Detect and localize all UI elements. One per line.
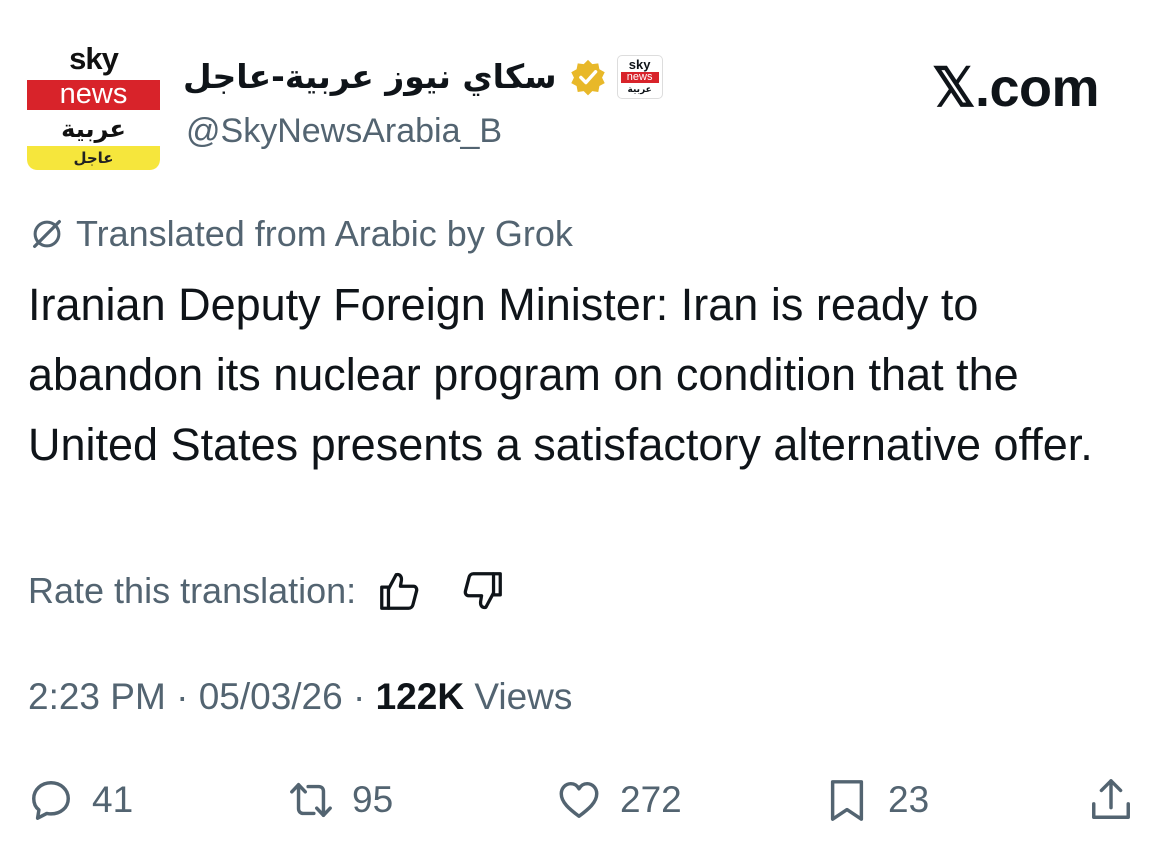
tweet-meta: 2:23 PM · 05/03/26 · 122K Views <box>28 672 572 722</box>
views-count[interactable]: 122K <box>376 672 464 722</box>
share-icon <box>1092 779 1130 819</box>
heart-icon <box>559 781 599 819</box>
x-watermark: 𝕏.com <box>932 58 1100 118</box>
meta-space <box>464 672 474 722</box>
like-button[interactable]: 272 <box>556 770 682 830</box>
share-button[interactable] <box>1088 770 1134 830</box>
rate-translation-row: Rate this translation: <box>28 566 506 616</box>
repost-count: 95 <box>352 779 394 820</box>
affiliate-logo-news: news <box>620 72 659 83</box>
meta-separator: · <box>165 676 199 717</box>
tweet-body: Iranian Deputy Foreign Minister: Iran is… <box>28 279 1093 470</box>
avatar-breaking-band: عاجل <box>27 146 160 170</box>
bookmark-button[interactable]: 23 <box>824 770 929 830</box>
bookmark-icon <box>830 780 864 821</box>
avatar-arabic-text: عربية <box>61 115 126 143</box>
thumbs-up-icon[interactable] <box>376 568 422 614</box>
reply-icon <box>32 781 70 820</box>
rate-translation-label: Rate this translation: <box>28 570 357 611</box>
avatar-sky-text: sky <box>69 41 119 76</box>
tweet-date[interactable]: 05/03/26 <box>199 672 343 722</box>
meta-separator: · <box>342 676 376 717</box>
avatar-news-band: news <box>27 80 160 110</box>
repost-button[interactable]: 95 <box>288 770 393 830</box>
thumbs-down-icon[interactable] <box>460 568 506 614</box>
action-bar: 41 95 272 23 <box>0 770 1170 830</box>
translation-notice: Translated from Arabic by Grok <box>28 212 573 256</box>
views-label[interactable]: Views <box>474 672 572 722</box>
reply-button[interactable]: 41 <box>28 770 133 830</box>
account-name-row: سكاي نيوز عربية-عاجل sky news عربية <box>183 52 663 102</box>
grok-icon <box>33 220 61 248</box>
bookmark-count: 23 <box>888 779 930 820</box>
translation-notice-text: Translated from Arabic by Grok <box>76 213 573 254</box>
repost-icon <box>290 782 332 818</box>
display-name[interactable]: سكاي نيوز عربية-عاجل <box>183 52 557 102</box>
like-count: 272 <box>620 779 682 820</box>
verified-badge-icon[interactable] <box>569 58 607 96</box>
account-handle[interactable]: @SkyNewsArabia_B <box>186 108 502 154</box>
affiliate-logo-sky: sky <box>628 57 651 72</box>
tweet-time[interactable]: 2:23 PM <box>28 672 166 722</box>
avatar[interactable]: sky news عربية عاجل <box>27 38 160 170</box>
reply-count: 41 <box>92 779 134 820</box>
affiliate-logo-arabic: عربية <box>627 85 652 95</box>
affiliate-logo[interactable]: sky news عربية <box>616 55 663 99</box>
